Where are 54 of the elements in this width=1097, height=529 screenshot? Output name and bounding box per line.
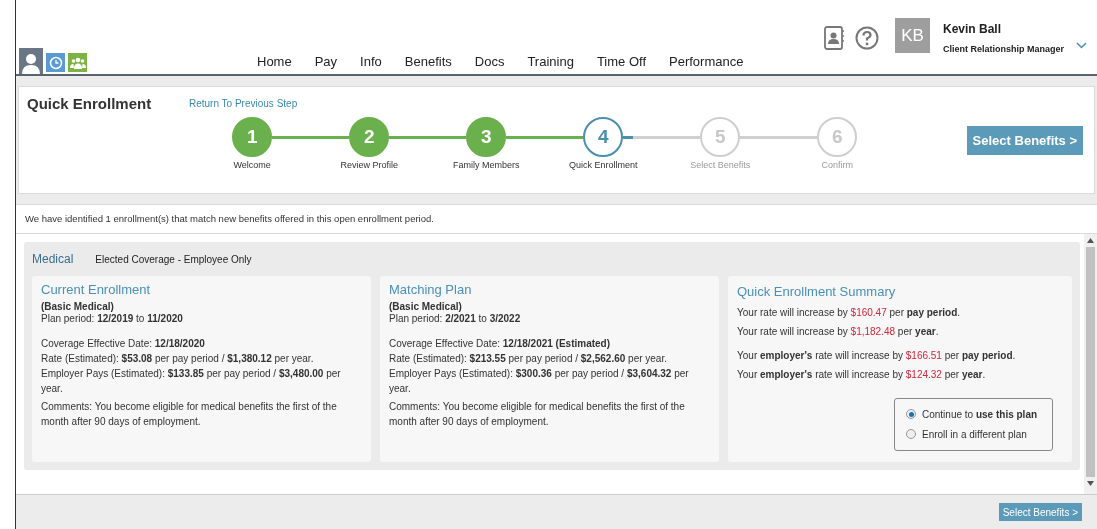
step-label: Welcome [233, 159, 271, 172]
scrollbar[interactable] [1084, 234, 1097, 494]
step-label: Confirm [821, 159, 853, 172]
radio-icon[interactable] [906, 409, 916, 419]
category-label: Medical [32, 251, 74, 268]
step-label: Review Profile [340, 159, 398, 172]
detail-line: Coverage Effective Date: 12/18/2021 (Estimated) [389, 337, 612, 351]
help-icon[interactable] [855, 26, 879, 50]
detail-line: Coverage Effective Date: 12/18/2020 [41, 337, 206, 351]
nav-link[interactable]: Time Off [596, 51, 646, 71]
back-link[interactable]: Return To Previous Step [189, 96, 298, 111]
nav-link[interactable]: Performance [669, 51, 744, 71]
detail-line: Employer Pays (Estimated): $300.36 per pay period / $3,604.32 per year. [389, 367, 690, 396]
card-title: Quick Enrollment Summary [737, 283, 897, 301]
clock-icon[interactable] [46, 53, 65, 72]
scroll-down-icon[interactable] [1087, 481, 1094, 486]
plan-period: Plan period: 12/2019 to 11/2020 [41, 313, 184, 325]
comments: Comments: You become eligible for medical benefits the first of the month after 90 days of employment. [389, 400, 686, 429]
detail-line: Rate (Estimated): $213.55 per pay period / $2,562.60 per year. [389, 352, 668, 366]
detail-line: Employer Pays (Estimated): $133.85 per pay period / $3,480.00 per year. [41, 367, 342, 396]
scroll-up-icon[interactable] [1087, 238, 1094, 243]
card-title: Matching Plan [389, 282, 473, 297]
card-title: Current Enrollment [41, 282, 152, 297]
nav-link[interactable]: Info [360, 51, 382, 71]
detail-line: Rate (Estimated): $53.08 per pay period / $1,380.12 per year. [41, 352, 315, 366]
radio-option[interactable]: Continue to use this plan [906, 406, 1052, 422]
plan-name: (Basic Medical) [389, 301, 463, 313]
radio-icon[interactable] [906, 429, 916, 439]
step-label: Quick Enrollment [568, 159, 638, 172]
coverage-label: Elected Coverage - Employee Only [95, 252, 252, 267]
chevron-down-icon[interactable] [1076, 42, 1087, 49]
info-text: We have identified 1 enrollment(s) that match new benefits offered in this open enrollment period. [25, 211, 434, 226]
user-title: Client Relationship Manager [943, 43, 1066, 56]
comments: Comments: You become eligible for medical benefits the first of the month after 90 days of employment. [41, 400, 338, 429]
nav-link[interactable]: Docs [474, 51, 505, 71]
plan-name: (Basic Medical) [41, 301, 115, 313]
radio-option[interactable]: Enroll in a different plan [906, 426, 1052, 442]
nav-link[interactable]: Training [527, 51, 574, 71]
group-icon[interactable] [68, 53, 87, 72]
summary-line: Your rate will increase by $1,182.48 per year. [737, 324, 940, 339]
page-title: Quick Enrollment [27, 94, 153, 114]
summary-line: Your rate will increase by $160.47 per pay period. [737, 305, 962, 320]
summary-line: Your employer's rate will increase by $166.51 per pay period. [737, 348, 1017, 363]
avatar: KB [895, 18, 930, 53]
contacts-icon[interactable] [823, 26, 845, 50]
summary-line: Your employer's rate will increase by $124.32 per year. [737, 367, 987, 382]
user-name: Kevin Ball [943, 21, 1003, 38]
nav-link[interactable]: Benefits [404, 51, 452, 71]
step-label: Select Benefits [690, 159, 751, 172]
profile-icon[interactable] [19, 48, 43, 74]
step-label: Family Members [452, 159, 520, 172]
nav-link[interactable]: Home [257, 51, 292, 71]
plan-period: Plan period: 2/2021 to 3/2022 [389, 313, 522, 325]
nav-link[interactable]: Pay [314, 51, 338, 71]
